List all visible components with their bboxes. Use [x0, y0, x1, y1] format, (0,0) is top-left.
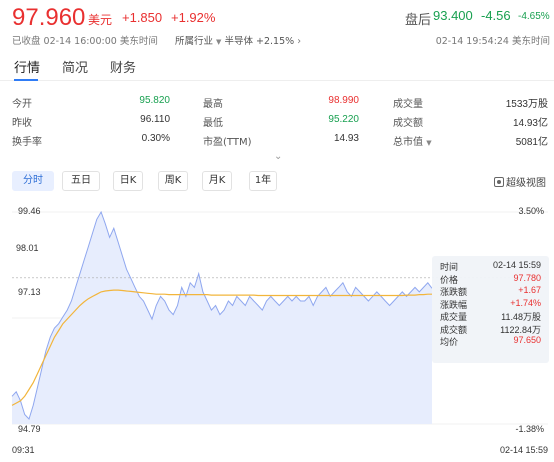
- market-status: 已收盘 02-14 16:00:00 美东时间: [12, 36, 158, 47]
- afterhours-label: 盘后: [405, 13, 432, 28]
- stat-value: 96.110: [140, 114, 170, 125]
- afterhours-price: 93.400: [433, 8, 473, 23]
- industry-change: +2.15%: [256, 36, 295, 47]
- tooltip-row: 涨跌额 +1.67: [440, 285, 541, 298]
- tooltip-row: 均价 97.650: [440, 335, 541, 348]
- stat-value: 0.30%: [141, 133, 170, 144]
- y-right-tick-label: -1.38%: [515, 424, 544, 434]
- tooltip-row: 价格 97.780: [440, 273, 541, 286]
- tooltip-value: 1122.84万: [500, 324, 541, 335]
- stat-value: 5081亿: [515, 137, 548, 148]
- tooltip-value: +1.67: [518, 285, 541, 295]
- tooltip-label: 涨跌幅: [440, 300, 468, 311]
- stat-label: 今开: [12, 99, 32, 110]
- section-tabs: 行情 简况 财务: [0, 55, 554, 81]
- period-5day[interactable]: 五日: [62, 171, 100, 191]
- tooltip-value: 97.650: [513, 335, 541, 345]
- tooltip-label: 成交量: [440, 313, 468, 323]
- price-change: +1.850: [122, 10, 163, 25]
- active-tab-indicator: [14, 79, 38, 81]
- stat-value: 1533万股: [505, 99, 548, 110]
- stat-value: 14.93: [333, 133, 359, 144]
- tooltip-row: 成交量 11.48万股: [440, 310, 541, 323]
- period-weekly[interactable]: 周K: [158, 171, 188, 191]
- industry-link[interactable]: 所属行业 ▼ 半导体 +2.15% ›: [175, 33, 301, 47]
- market-cap-selector[interactable]: 总市值 ▼: [393, 133, 432, 148]
- tooltip-row: 成交额 1122.84万: [440, 323, 541, 336]
- tooltip-label: 涨跌额: [440, 288, 468, 298]
- period-1year[interactable]: 1年: [249, 171, 277, 191]
- industry-label: 所属行业: [175, 36, 214, 47]
- tooltip-value: 02-14 15:59: [492, 260, 541, 270]
- stat-label: 市盈(TTM): [203, 137, 252, 148]
- stat-label: 总市值: [393, 137, 423, 148]
- caret-down-icon: ▼: [216, 38, 222, 46]
- stat-label: 最高: [203, 99, 223, 110]
- y-tick-label: 97.13: [18, 287, 41, 297]
- stat-label: 成交额: [393, 118, 423, 129]
- super-view-label: 超级视图: [506, 178, 546, 189]
- stat-label: 成交量: [393, 99, 423, 110]
- price-area-fill: [12, 212, 432, 424]
- tab-finance[interactable]: 财务: [110, 57, 136, 76]
- tab-profile[interactable]: 简况: [62, 57, 88, 76]
- tab-quote[interactable]: 行情: [14, 57, 40, 76]
- super-view-button[interactable]: 超级视图: [494, 174, 546, 189]
- quote-header: 97.960 美元 +1.850 +1.92% 盘后 93.400 -4.56 …: [0, 0, 554, 50]
- tooltip-value: +1.74%: [510, 297, 541, 308]
- industry-name: 半导体: [224, 36, 253, 47]
- stat-label: 昨收: [12, 118, 32, 129]
- currency-unit: 美元: [88, 13, 113, 27]
- chevron-right-icon: ›: [297, 36, 301, 47]
- tooltip-row: 时间 02-14 15:59: [440, 260, 541, 273]
- stat-value: 95.820: [139, 95, 170, 106]
- stat-value: 95.220: [328, 114, 359, 125]
- tooltip-label: 时间: [440, 263, 459, 273]
- y-tick-label: 99.46: [18, 206, 41, 216]
- caret-down-icon: ▼: [426, 139, 432, 147]
- afterhours-time: 02-14 19:54:24 美东时间: [435, 36, 550, 47]
- period-intraday[interactable]: 分时: [12, 171, 54, 191]
- stat-value: 14.93亿: [512, 118, 548, 129]
- y-tick-label: 94.79: [18, 424, 41, 434]
- x-tick-label: 02-14 15:59: [500, 445, 548, 455]
- super-view-icon: [494, 177, 504, 187]
- tooltip-label: 均价: [440, 338, 459, 348]
- stat-label: 换手率: [12, 137, 42, 148]
- expand-stats-icon[interactable]: ⌄: [274, 151, 282, 162]
- y-right-tick-label: 3.50%: [518, 206, 544, 216]
- tooltip-row: 涨跌幅 +1.74%: [440, 298, 541, 311]
- stat-value: 98.990: [328, 95, 359, 106]
- tooltip-value: 11.48万股: [501, 312, 541, 322]
- afterhours-change-pct: -4.65%: [518, 11, 550, 22]
- last-price: 97.960: [12, 4, 86, 31]
- tooltip-label: 价格: [440, 275, 459, 286]
- period-monthly[interactable]: 月K: [202, 171, 232, 191]
- tooltip-value: 97.780: [513, 272, 541, 283]
- crosshair-tooltip: 时间 02-14 15:59 价格 97.780 涨跌额 +1.67 涨跌幅 +1.74…: [432, 256, 549, 363]
- price-change-pct: +1.92%: [171, 10, 216, 25]
- afterhours-change: -4.56: [481, 8, 511, 23]
- stat-label: 最低: [203, 118, 223, 129]
- tooltip-label: 成交额: [440, 325, 468, 336]
- period-daily[interactable]: 日K: [113, 171, 143, 191]
- y-tick-label: 98.01: [16, 243, 39, 253]
- x-tick-label: 09:31: [12, 445, 35, 455]
